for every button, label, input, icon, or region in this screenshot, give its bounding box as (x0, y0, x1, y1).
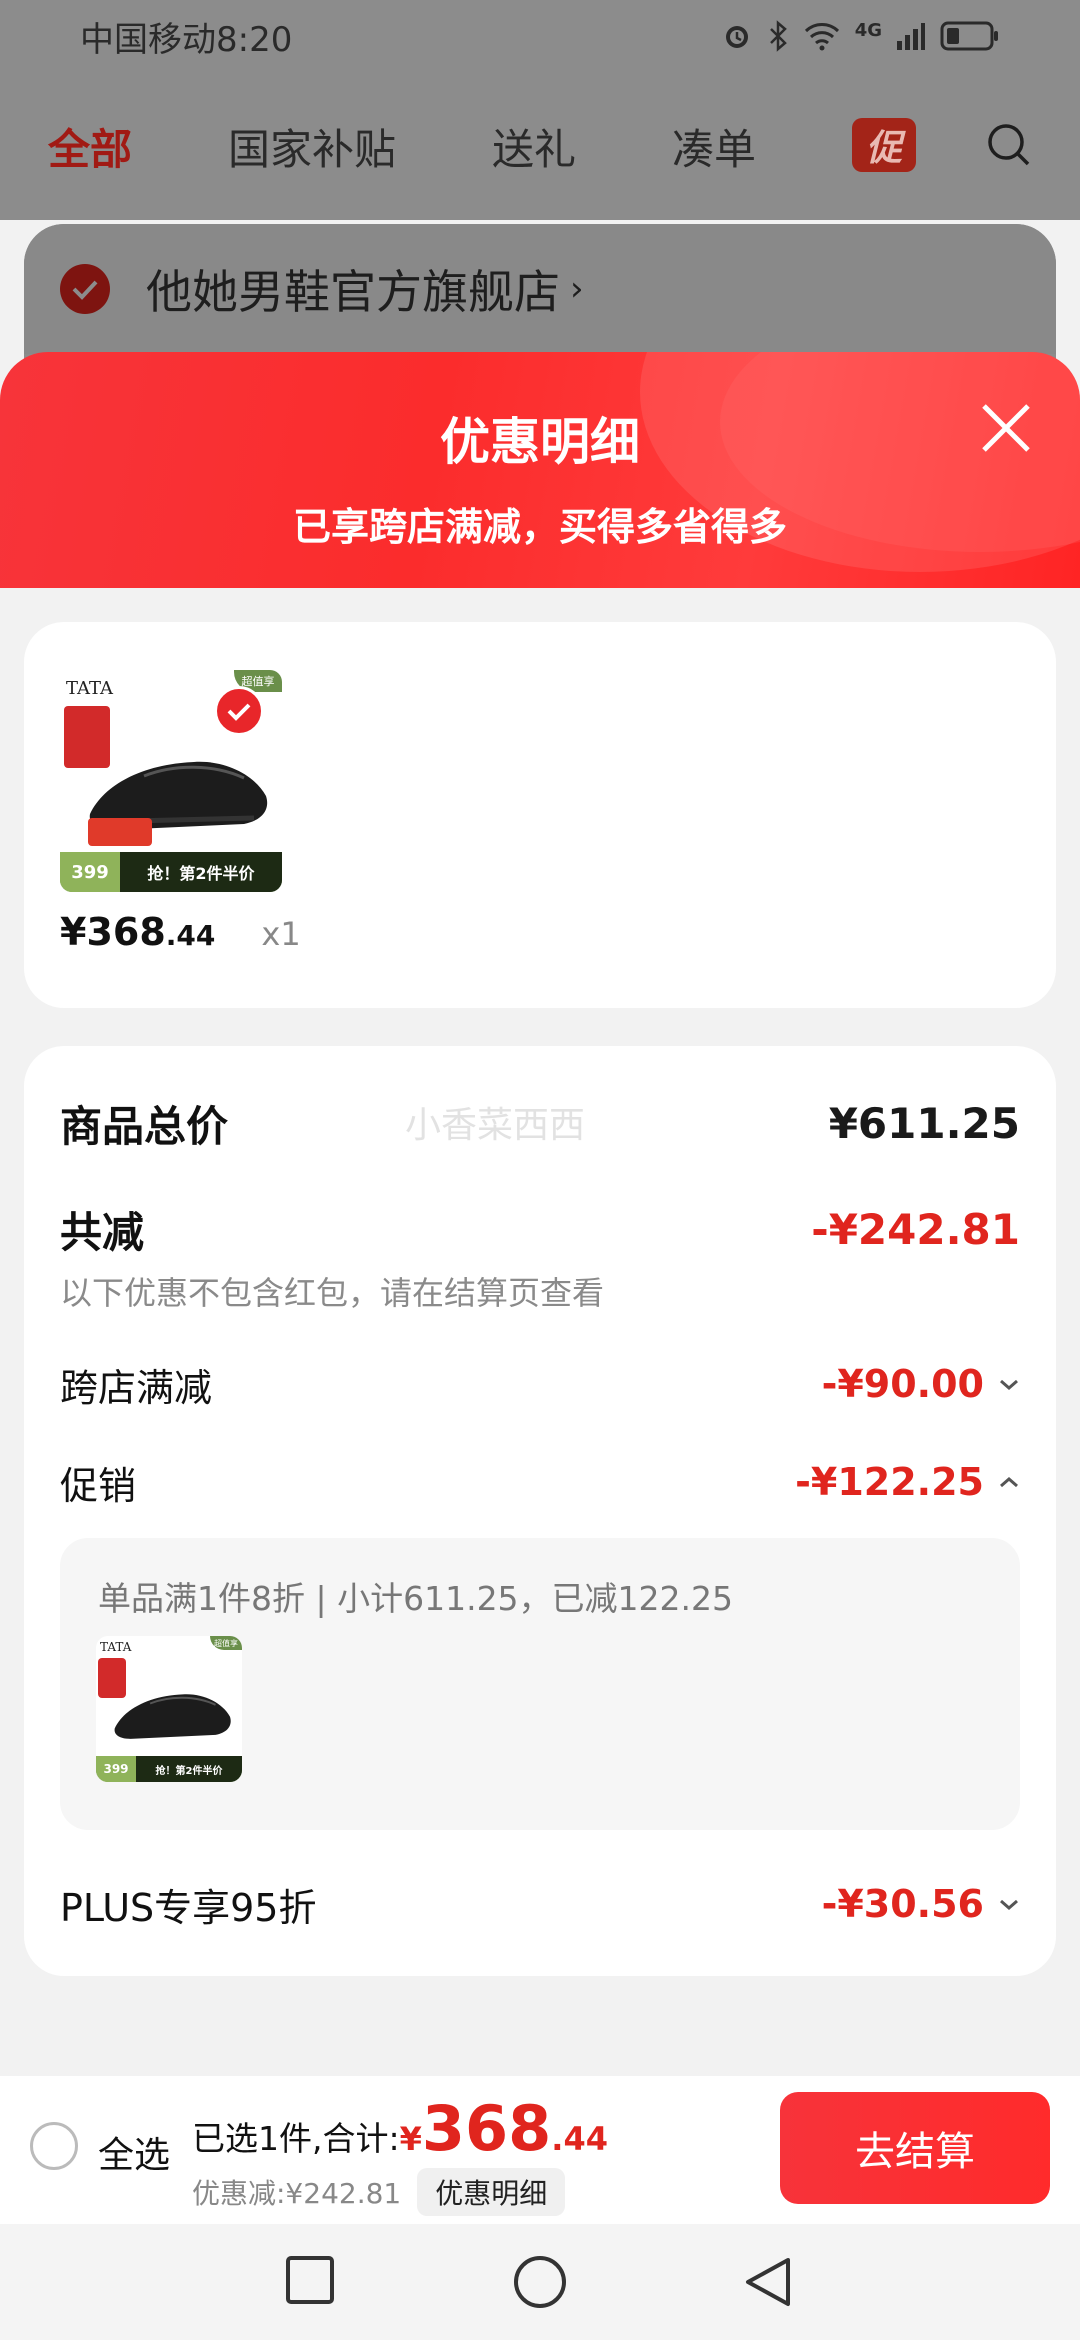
carrier-time: 中国移动8:20 (80, 19, 293, 60)
select-all-radio[interactable] (30, 2122, 78, 2170)
product-selected-check-icon[interactable] (214, 686, 264, 736)
plus-discount-row[interactable]: PLUS专享95折 -¥30.56 (60, 1878, 1020, 1930)
promotion-label: 促销 (60, 1463, 137, 1508)
product-price-main: ¥368 (60, 910, 166, 954)
promotion-detail-box: 单品满1件8折 | 小计611.25，已减122.25 TATA 超值享 399… (60, 1538, 1020, 1830)
cross-store-label: 跨店满减 (60, 1365, 213, 1410)
total-price-value: ¥611.25 (828, 1098, 1020, 1148)
promo-thumb-price: 399 (96, 1756, 136, 1782)
product-promo-bar: 399 抢！第2件半价 (60, 852, 282, 892)
total-amount-int: 368 (421, 2092, 552, 2165)
network-label: 4G (854, 20, 882, 41)
promotion-product-thumbnail[interactable]: TATA 超值享 399 抢！第2件半价 (96, 1636, 242, 1782)
chevron-down-icon[interactable] (998, 1897, 1020, 1911)
reduction-note: 以下优惠不包含红包，请在结算页查看 (60, 1274, 605, 1312)
total-currency: ¥ (399, 2120, 422, 2158)
battery-icon (940, 21, 998, 51)
total-price-row: 商品总价 ¥611.25 (60, 1096, 1020, 1151)
signal-icon (897, 23, 925, 50)
promo-badge[interactable]: 促 (852, 118, 916, 172)
recent-apps-icon[interactable] (284, 2254, 336, 2306)
select-all-label[interactable]: 全选 (98, 2126, 170, 2178)
total-reduction-label: 共减 (60, 1207, 145, 1257)
tab-national-subsidy[interactable]: 国家补贴 (228, 116, 396, 177)
bluetooth-icon (769, 20, 787, 52)
product-brand-label: TATA (66, 678, 114, 699)
promo-thumb-bar: 399 抢！第2件半价 (96, 1756, 242, 1782)
close-icon[interactable] (974, 396, 1038, 460)
search-icon[interactable] (984, 120, 1034, 170)
product-quantity: x1 (261, 915, 301, 953)
product-promo-tag (88, 818, 152, 846)
home-icon[interactable] (512, 2254, 568, 2310)
cross-store-row[interactable]: 跨店满减 -¥90.00 (60, 1358, 1020, 1410)
wifi-icon (804, 23, 839, 51)
discount-detail-card (24, 1046, 1056, 1976)
sheet-header: 优惠明细 已享跨店满减，买得多省得多 (0, 352, 1080, 588)
promotion-row[interactable]: 促销 -¥122.25 (60, 1456, 1020, 1508)
store-check-icon[interactable] (60, 264, 110, 314)
shoe-image (114, 1694, 231, 1739)
sheet-subtitle: 已享跨店满减，买得多省得多 (292, 505, 787, 549)
discount-detail-button[interactable]: 优惠明细 (417, 2168, 566, 2216)
total-amount-dec: .44 (551, 2120, 608, 2158)
status-bar: 中国移动8:20 4G (0, 0, 1080, 72)
promo-thumb-text: 抢！第2件半价 (136, 1756, 242, 1782)
store-header[interactable]: 他她男鞋官方旗舰店 › (24, 224, 1056, 354)
total-summary: 已选1件,合计: ¥ 368 .44 (192, 2092, 608, 2165)
chevron-down-icon[interactable] (998, 1377, 1020, 1391)
product-price: ¥368 .44 x1 (60, 910, 301, 954)
cross-store-value: -¥90.00 (821, 1362, 984, 1406)
sheet-title: 优惠明细 (440, 413, 640, 471)
total-reduction-value: -¥242.81 (811, 1204, 1020, 1254)
product-price-tag: 399 (60, 852, 120, 892)
back-icon[interactable] (740, 2254, 796, 2310)
checkout-button[interactable]: 去结算 (780, 2092, 1050, 2204)
promo-thumb-corner: 超值享 (210, 1636, 242, 1650)
promotion-description: 单品满1件8折 | 小计611.25，已减122.25 (98, 1579, 734, 1618)
selected-count-label: 已选1件,合计: (192, 2119, 400, 2158)
system-navigation-bar (0, 2224, 1080, 2340)
store-name[interactable]: 他她男鞋官方旗舰店 (146, 256, 560, 322)
top-nav: 全部 国家补贴 送礼 凑单 促 (0, 72, 1080, 220)
product-price-decimal: .44 (165, 919, 216, 952)
tab-gift[interactable]: 送礼 (492, 116, 576, 177)
tab-all[interactable]: 全部 (48, 116, 132, 177)
promotion-value: -¥122.25 (795, 1460, 984, 1504)
promo-thumb-brand: TATA (100, 1640, 132, 1654)
total-price-label: 商品总价 (60, 1101, 229, 1151)
tab-bundle[interactable]: 凑单 (672, 116, 756, 177)
alarm-icon (725, 26, 748, 48)
chevron-right-icon: › (570, 269, 584, 309)
plus-discount-value: -¥30.56 (821, 1882, 984, 1926)
discount-summary: 优惠减:¥242.81 优惠明细 (192, 2168, 566, 2216)
total-reduction-row: 共减 -¥242.81 (60, 1202, 1020, 1257)
chevron-up-icon[interactable] (998, 1475, 1020, 1489)
discount-amount: 优惠减:¥242.81 (192, 2177, 402, 2210)
plus-discount-label: PLUS专享95折 (60, 1885, 317, 1930)
product-promo-text: 抢！第2件半价 (120, 852, 282, 892)
